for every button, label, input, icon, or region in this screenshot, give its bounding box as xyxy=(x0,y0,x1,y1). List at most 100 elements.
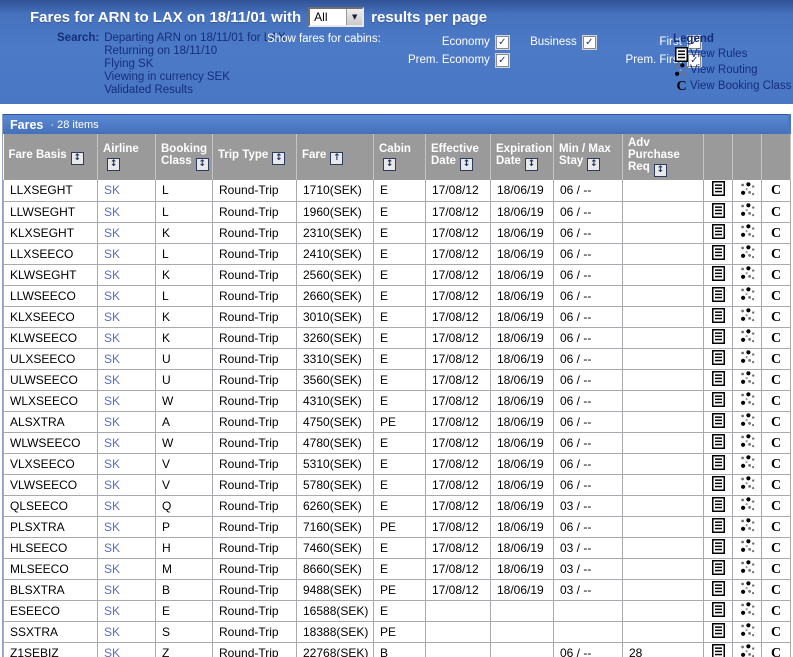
view-rules-button[interactable] xyxy=(704,180,733,201)
view-booking-class-button[interactable]: C xyxy=(762,180,791,201)
column-header-expiration-date[interactable]: Expiration Date↕ xyxy=(491,134,554,180)
view-booking-class-button[interactable]: C xyxy=(762,222,791,243)
airline-link[interactable]: SK xyxy=(104,499,120,513)
view-rules-button[interactable] xyxy=(704,369,733,390)
sort-toggle-icon[interactable]: ↕ xyxy=(71,152,84,165)
view-booking-class-button[interactable]: C xyxy=(762,537,791,558)
view-routing-button[interactable] xyxy=(733,579,762,600)
column-header-booking-class[interactable]: Booking Class↕ xyxy=(156,134,213,180)
view-routing-button[interactable] xyxy=(733,180,762,201)
airline-link[interactable]: SK xyxy=(104,604,120,618)
airline-link[interactable]: SK xyxy=(104,646,120,657)
view-booking-class-button[interactable]: C xyxy=(762,600,791,621)
view-routing-button[interactable] xyxy=(733,348,762,369)
airline-link[interactable]: SK xyxy=(104,247,120,261)
select-dropdown-arrow-icon[interactable]: ▼ xyxy=(346,9,362,25)
airline-link[interactable]: SK xyxy=(104,562,120,576)
view-routing-button[interactable] xyxy=(733,432,762,453)
view-routing-button[interactable] xyxy=(733,495,762,516)
view-booking-class-button[interactable]: C xyxy=(762,642,791,657)
view-booking-class-button[interactable]: C xyxy=(762,285,791,306)
view-booking-class-button[interactable]: C xyxy=(762,621,791,642)
view-booking-class-button[interactable]: C xyxy=(762,453,791,474)
view-booking-class-button[interactable]: C xyxy=(762,306,791,327)
view-booking-class-button[interactable]: C xyxy=(762,369,791,390)
view-rules-button[interactable] xyxy=(704,537,733,558)
view-rules-button[interactable] xyxy=(704,306,733,327)
column-header-airline[interactable]: Airline↕ xyxy=(98,134,156,180)
view-routing-button[interactable] xyxy=(733,537,762,558)
view-rules-button[interactable] xyxy=(704,201,733,222)
airline-link[interactable]: SK xyxy=(104,352,120,366)
view-booking-class-button[interactable]: C xyxy=(762,495,791,516)
view-routing-button[interactable] xyxy=(733,285,762,306)
view-rules-button[interactable] xyxy=(704,453,733,474)
airline-link[interactable]: SK xyxy=(104,289,120,303)
airline-link[interactable]: SK xyxy=(104,583,120,597)
sort-toggle-icon[interactable]: ↕ xyxy=(196,158,209,171)
view-booking-class-button[interactable]: C xyxy=(762,474,791,495)
view-booking-class-button[interactable]: C xyxy=(762,390,791,411)
sort-toggle-icon[interactable]: ↕ xyxy=(525,158,538,171)
sort-toggle-icon[interactable]: ↕ xyxy=(654,164,667,177)
column-header-cabin[interactable]: Cabin↕ xyxy=(374,134,426,180)
view-rules-button[interactable] xyxy=(704,495,733,516)
airline-link[interactable]: SK xyxy=(104,457,120,471)
airline-link[interactable]: SK xyxy=(104,394,120,408)
column-header-effective-date[interactable]: Effective Date↕ xyxy=(426,134,491,180)
view-routing-button[interactable] xyxy=(733,243,762,264)
sort-toggle-icon[interactable]: ↕ xyxy=(272,152,285,165)
view-booking-class-button[interactable]: C xyxy=(762,264,791,285)
view-routing-button[interactable] xyxy=(733,474,762,495)
view-routing-button[interactable] xyxy=(733,453,762,474)
view-rules-button[interactable] xyxy=(704,474,733,495)
view-booking-class-button[interactable]: C xyxy=(762,579,791,600)
view-rules-button[interactable] xyxy=(704,390,733,411)
sort-toggle-icon[interactable]: ↕ xyxy=(460,158,473,171)
view-rules-button[interactable] xyxy=(704,285,733,306)
sort-toggle-icon[interactable]: ↕ xyxy=(383,158,396,171)
view-routing-button[interactable] xyxy=(733,411,762,432)
airline-link[interactable]: SK xyxy=(104,226,120,240)
airline-link[interactable]: SK xyxy=(104,520,120,534)
view-rules-button[interactable] xyxy=(704,411,733,432)
view-rules-button[interactable] xyxy=(704,516,733,537)
view-routing-button[interactable] xyxy=(733,222,762,243)
view-routing-button[interactable] xyxy=(733,306,762,327)
airline-link[interactable]: SK xyxy=(104,268,120,282)
sort-toggle-icon[interactable]: ↕ xyxy=(587,158,600,171)
view-rules-button[interactable] xyxy=(704,348,733,369)
view-routing-button[interactable] xyxy=(733,201,762,222)
view-booking-class-button[interactable]: C xyxy=(762,432,791,453)
view-rules-button[interactable] xyxy=(704,579,733,600)
view-rules-button[interactable] xyxy=(704,222,733,243)
view-routing-button[interactable] xyxy=(733,600,762,621)
sort-toggle-icon[interactable]: ↕ xyxy=(107,158,120,171)
airline-link[interactable]: SK xyxy=(104,183,120,197)
view-rules-button[interactable] xyxy=(704,243,733,264)
results-per-page-select[interactable]: All ▼ xyxy=(308,7,364,27)
view-routing-button[interactable] xyxy=(733,621,762,642)
view-booking-class-button[interactable]: C xyxy=(762,558,791,579)
airline-link[interactable]: SK xyxy=(104,436,120,450)
column-header-adv-purchase-req[interactable]: Adv Purchase Req↕ xyxy=(623,134,704,180)
sort-ascending-icon[interactable]: ↑ xyxy=(330,152,343,165)
column-header-fare[interactable]: Fare↑ xyxy=(297,134,374,180)
column-header-trip-type[interactable]: Trip Type↕ xyxy=(213,134,297,180)
column-header-fare-basis[interactable]: Fare Basis↕ xyxy=(4,134,98,180)
airline-link[interactable]: SK xyxy=(104,331,120,345)
airline-link[interactable]: SK xyxy=(104,373,120,387)
view-routing-button[interactable] xyxy=(733,264,762,285)
view-routing-button[interactable] xyxy=(733,516,762,537)
airline-link[interactable]: SK xyxy=(104,310,120,324)
view-rules-button[interactable] xyxy=(704,327,733,348)
view-booking-class-button[interactable]: C xyxy=(762,348,791,369)
view-booking-class-button[interactable]: C xyxy=(762,411,791,432)
view-booking-class-button[interactable]: C xyxy=(762,243,791,264)
view-routing-button[interactable] xyxy=(733,558,762,579)
view-booking-class-button[interactable]: C xyxy=(762,201,791,222)
cabin-checkbox-business[interactable]: ✓ xyxy=(583,36,596,49)
airline-link[interactable]: SK xyxy=(104,415,120,429)
airline-link[interactable]: SK xyxy=(104,541,120,555)
view-booking-class-button[interactable]: C xyxy=(762,516,791,537)
